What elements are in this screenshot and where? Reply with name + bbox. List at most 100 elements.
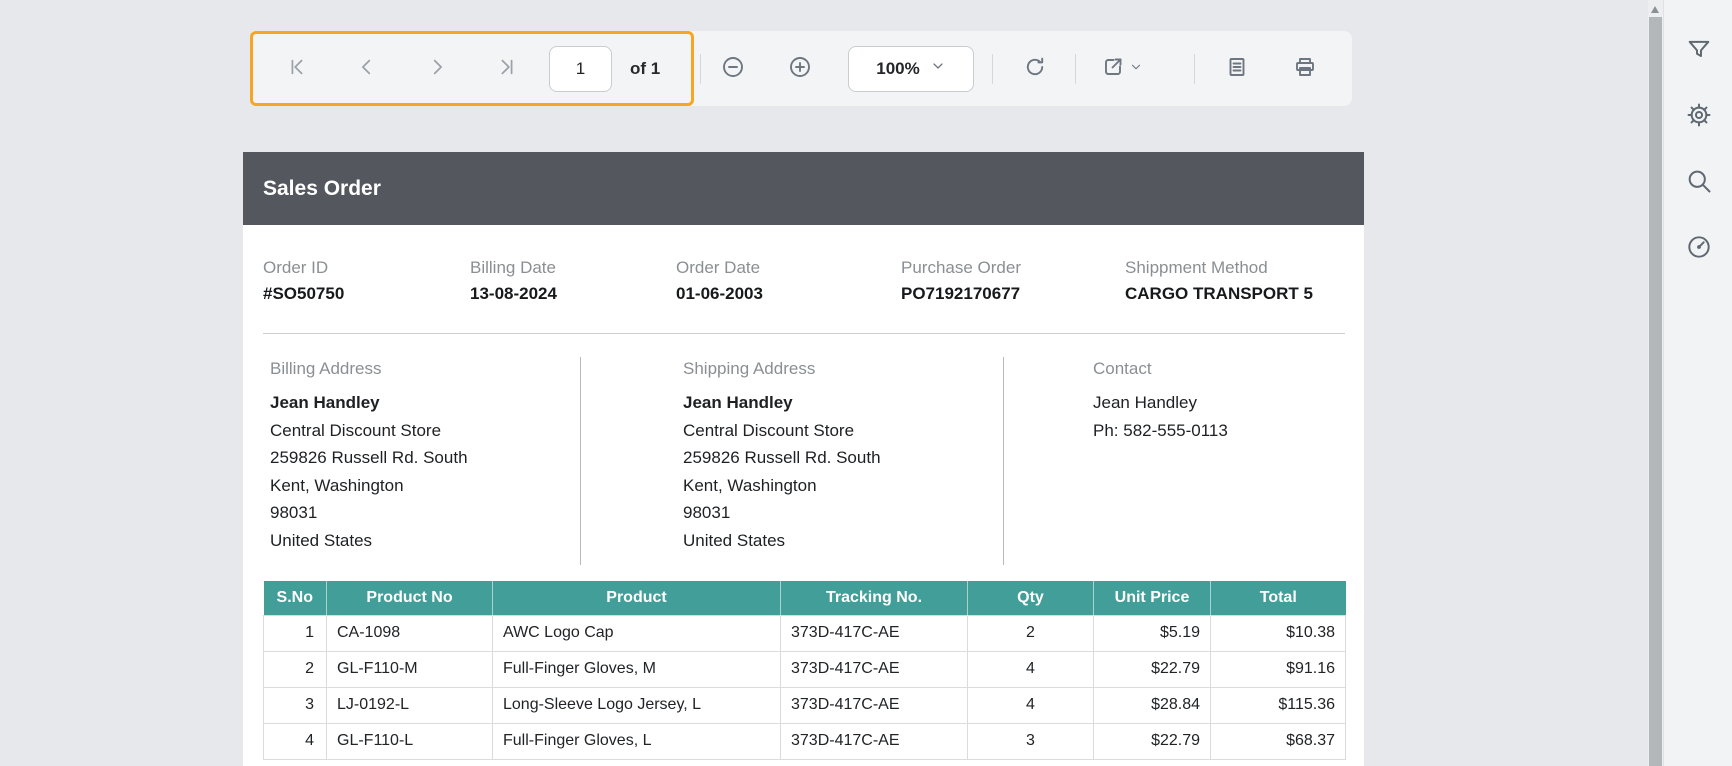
shipping-address-line: Kent, Washington [683,475,817,495]
order-date-field: Order Date 01-06-2003 [676,258,763,304]
billing-address-name: Jean Handley [270,393,380,412]
col-header-sno: S.No [263,581,327,615]
order-date-value: 01-06-2003 [676,284,763,303]
shipment-method-field: Shippment Method CARGO TRANSPORT 5 [1125,258,1313,304]
cell-product: Long-Sleeve Logo Jersey, L [492,686,781,724]
settings-button[interactable] [1685,101,1713,129]
cell-product-no: CA-1098 [326,614,493,652]
horizontal-divider [263,333,1345,334]
filter-icon [1685,40,1713,67]
first-page-button[interactable] [275,47,319,91]
print-layout-icon [1225,55,1249,82]
page-number-input[interactable] [549,45,612,92]
contact-label: Contact [1093,359,1152,378]
cell-product-no: GL-F110-M [326,650,493,688]
cell-unit-price: $28.84 [1093,686,1211,724]
shipping-address-line: Central Discount Store [683,420,855,440]
toolbar-divider [1075,53,1076,84]
refresh-icon [1023,55,1047,82]
cell-unit-price: $22.79 [1093,722,1211,760]
billing-date-field: Billing Date 13-08-2024 [470,258,557,304]
billing-address-line: United States [270,530,373,550]
col-header-product: Product [492,581,781,615]
purchase-order-value: PO7192170677 [901,284,1021,303]
page-title: Sales Order [263,176,381,200]
last-page-button[interactable] [485,47,529,91]
shipping-address-name: Jean Handley [683,393,793,412]
table-header-row: S.No Product No Product Tracking No. Qty… [263,581,1346,615]
cell-product: AWC Logo Cap [492,614,781,652]
cell-sno: 4 [263,722,327,760]
purchase-order-label: Purchase Order [901,258,1021,277]
vertical-scrollbar[interactable] [1648,0,1663,766]
toolbar-divider [992,53,993,84]
shipping-address-line: United States [683,530,786,550]
cell-tracking: 373D-417C-AE [780,650,968,688]
billing-address-line: 98031 [270,503,318,522]
toolbar-divider [700,53,701,84]
billing-address-line: Kent, Washington [270,475,404,495]
chevron-down-icon [930,58,946,79]
cell-total: $115.36 [1210,686,1346,724]
page-count-label: of 1 [630,58,661,78]
right-side-panel [1663,0,1732,766]
previous-page-icon [356,56,378,81]
print-layout-button[interactable] [1215,47,1259,91]
performance-gauge-icon [1685,236,1713,264]
purchase-order-field: Purchase Order PO7192170677 [901,258,1021,304]
search-button[interactable] [1685,167,1713,195]
order-date-label: Order Date [676,258,761,277]
cell-qty: 4 [967,686,1094,724]
order-id-label: Order ID [263,258,329,277]
contact-phone: Ph: 582-555-0113 [1093,420,1228,440]
cell-qty: 4 [967,650,1094,688]
contact-name: Jean Handley [1093,393,1197,412]
table-row: 1 CA-1098 AWC Logo Cap 373D-417C-AE 2 $5… [263,614,1346,652]
report-page: Sales Order Order ID #SO50750 Billing Da… [243,152,1364,766]
cell-qty: 2 [967,614,1094,652]
zoom-in-icon [788,55,812,82]
shipment-method-value: CARGO TRANSPORT 5 [1125,284,1313,303]
zoom-level-select[interactable]: 100% [848,45,974,92]
print-icon [1293,55,1317,82]
shipping-address-line: 98031 [683,503,731,522]
billing-address-block: Billing Address Jean Handley Central Dis… [270,359,468,554]
shipment-method-label: Shippment Method [1125,258,1268,277]
refresh-button[interactable] [1013,47,1057,91]
col-header-tracking: Tracking No. [780,581,968,615]
billing-address-line: 259826 Russell Rd. South [270,448,468,467]
cell-tracking: 373D-417C-AE [780,686,968,724]
previous-page-button[interactable] [345,47,389,91]
cell-unit-price: $5.19 [1093,614,1211,652]
billing-address-line: Central Discount Store [270,420,442,440]
next-page-icon [426,56,448,81]
chevron-down-icon [1129,60,1143,77]
order-id-field: Order ID #SO50750 [263,258,344,304]
performance-button[interactable] [1685,233,1713,261]
zoom-in-button[interactable] [778,47,822,91]
cell-product-no: GL-F110-L [326,722,493,760]
export-button[interactable] [1090,47,1154,91]
cell-product: Full-Finger Gloves, M [492,650,781,688]
cell-tracking: 373D-417C-AE [780,722,968,760]
col-header-unit-price: Unit Price [1093,581,1211,615]
cell-sno: 1 [263,614,327,652]
print-button[interactable] [1283,47,1327,91]
table-row: 4 GL-F110-L Full-Finger Gloves, L 373D-4… [263,722,1346,760]
next-page-button[interactable] [415,47,459,91]
cell-total: $68.37 [1210,722,1346,760]
scroll-up-arrow-icon[interactable] [1651,6,1659,13]
zoom-out-icon [721,55,745,82]
export-icon [1101,55,1125,82]
toolbar-actions: 100% [700,31,1327,106]
zoom-out-button[interactable] [711,47,755,91]
scrollbar-thumb[interactable] [1649,17,1662,766]
document-header-bar: Sales Order [243,152,1364,225]
cell-unit-price: $22.79 [1093,650,1211,688]
cell-product: Full-Finger Gloves, L [492,722,781,760]
filter-parameters-button[interactable] [1685,36,1713,64]
shipping-address-label: Shipping Address [683,359,816,378]
billing-date-value: 13-08-2024 [470,284,557,303]
order-id-value: #SO50750 [263,284,345,303]
cell-sno: 3 [263,686,327,724]
